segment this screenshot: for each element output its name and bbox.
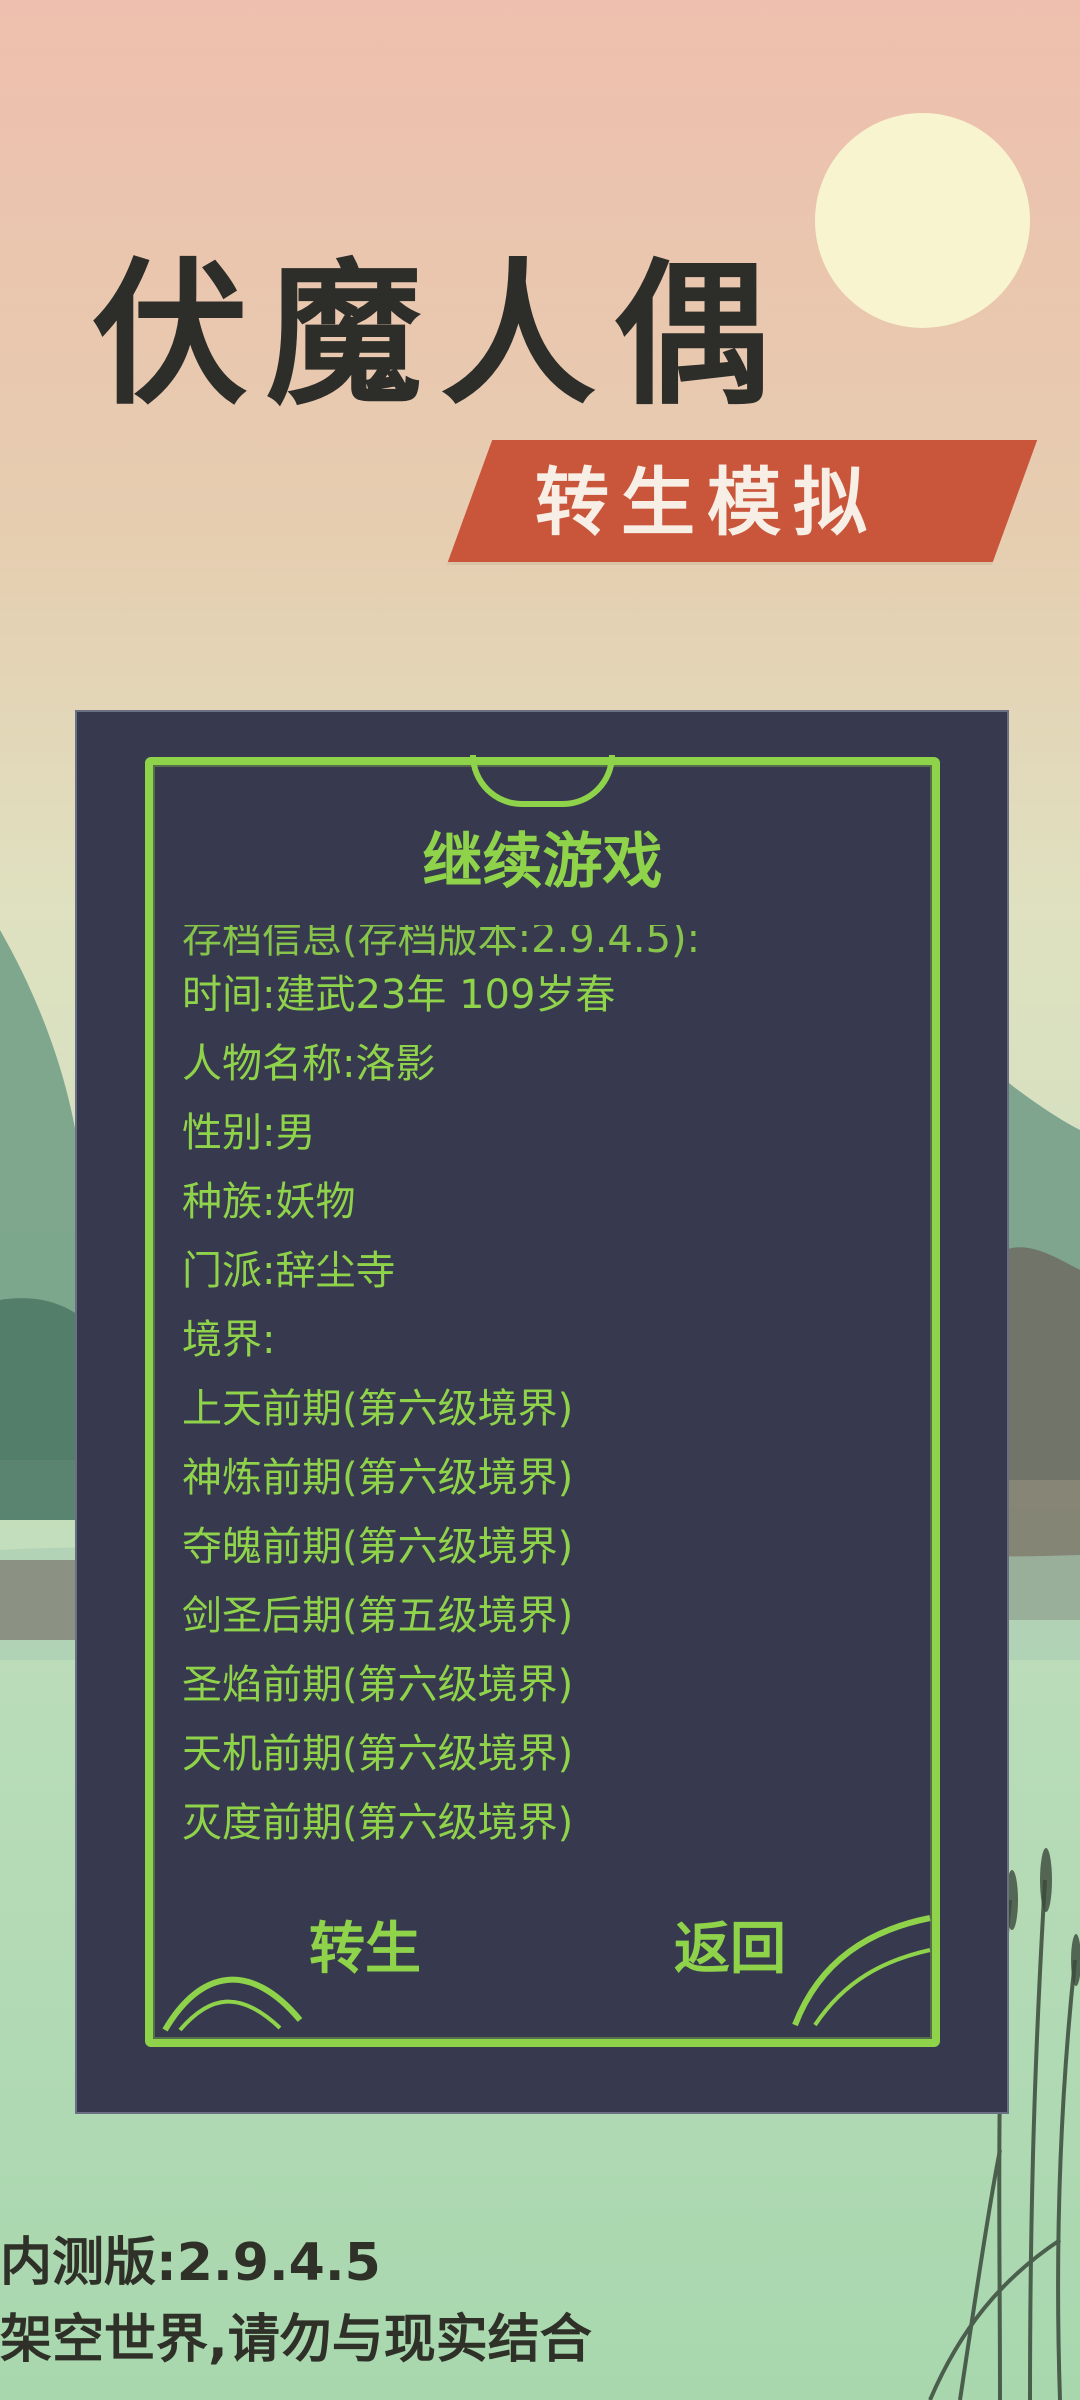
save-info-list[interactable]: 存档信息(存档版本:2.9.4.5): 时间:建武23年 109岁春 人物名称:… <box>182 925 902 1855</box>
back-button[interactable]: 返回 <box>655 1910 805 1990</box>
rebirth-button[interactable]: 转生 <box>290 1910 440 1990</box>
race-line: 种族:妖物 <box>182 1179 356 1225</box>
game-title: 伏魔人偶 <box>92 243 788 426</box>
realm-item: 夺魄前期(第六级境界) <box>182 1524 574 1570</box>
realm-item: 天机前期(第六级境界) <box>182 1731 574 1777</box>
realm-heading: 境界: <box>182 1317 276 1363</box>
continue-game-title: 继续游戏 <box>422 827 663 897</box>
disclaimer-text: 架空世界,请勿与现实结合 <box>0 2310 592 2370</box>
gender-line: 性别:男 <box>182 1110 316 1156</box>
realm-item: 圣焰前期(第六级境界) <box>182 1662 574 1708</box>
character-name-line: 人物名称:洛影 <box>182 1041 436 1087</box>
version-label: 内测版:2.9.4.5 <box>0 2233 381 2293</box>
leaf-ornament-left <box>162 1976 303 2032</box>
leaf-ornament-right <box>792 1915 931 2027</box>
realm-item: 剑圣后期(第五级境界) <box>182 1593 574 1639</box>
time-line: 时间:建武23年 109岁春 <box>182 972 616 1018</box>
realm-item: 神炼前期(第六级境界) <box>182 1455 574 1501</box>
sect-line: 门派:辞尘寺 <box>182 1248 396 1294</box>
realm-item: 灭度前期(第六级境界) <box>182 1800 574 1846</box>
realm-item: 上天前期(第六级境界) <box>182 1386 574 1432</box>
game-subtitle: 转生模拟 <box>535 460 879 546</box>
save-version-line: 存档信息(存档版本:2.9.4.5): <box>182 925 701 961</box>
